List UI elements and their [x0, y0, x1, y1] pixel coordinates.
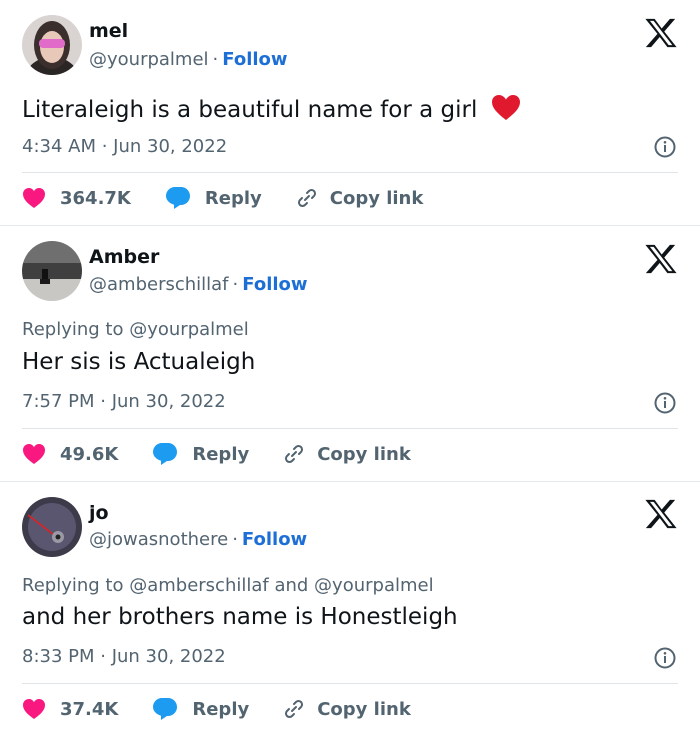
copy-link-label: Copy link — [329, 187, 424, 209]
like-button[interactable]: 49.6K — [22, 443, 118, 465]
reply-label: Reply — [204, 187, 262, 209]
reply-label: Reply — [192, 443, 250, 465]
reply-button[interactable]: Reply — [152, 442, 249, 466]
tweet-text: Her sis is Actualeigh — [22, 349, 256, 375]
like-count: 49.6K — [60, 443, 119, 465]
like-button[interactable]: 364.7K — [22, 187, 131, 209]
heart-icon — [23, 188, 45, 208]
copy-link-button[interactable]: Copy link — [283, 698, 411, 720]
like-count: 37.4K — [60, 698, 119, 720]
copy-link-button[interactable]: Copy link — [296, 187, 424, 209]
timestamp[interactable]: 7:57 PM · Jun 30, 2022 — [22, 391, 226, 412]
follow-button[interactable]: Follow — [242, 529, 307, 550]
x-logo-icon[interactable] — [644, 498, 678, 530]
tweet-2: Amber @amberschillaf · Follow Replying to … — [0, 226, 700, 482]
avatar[interactable] — [22, 497, 82, 557]
timestamp[interactable]: 4:34 AM · Jun 30, 2022 — [22, 136, 227, 157]
replying-mention[interactable]: @yourpalmel — [129, 319, 249, 340]
avatar[interactable] — [22, 15, 82, 75]
reply-bubble-icon — [153, 698, 178, 720]
x-logo-icon[interactable] — [644, 17, 678, 49]
action-bar: 37.4K Reply Copy link — [22, 694, 445, 724]
link-icon — [285, 444, 304, 464]
display-name[interactable]: jo — [89, 502, 109, 524]
replying-to: Replying to @yourpalmel — [22, 319, 249, 340]
link-icon — [285, 699, 304, 719]
follow-button[interactable]: Follow — [242, 274, 307, 295]
avatar[interactable] — [22, 241, 82, 301]
tweet-text-content: Literaleigh is a beautiful name for a gi… — [22, 97, 478, 123]
divider — [22, 683, 678, 684]
reply-label: Reply — [192, 698, 250, 720]
reply-button[interactable]: Reply — [152, 697, 249, 721]
info-icon[interactable] — [654, 647, 676, 669]
like-button[interactable]: 37.4K — [22, 698, 118, 720]
x-logo-icon[interactable] — [644, 243, 678, 275]
reply-bubble-icon — [165, 187, 190, 209]
info-icon[interactable] — [654, 392, 676, 414]
action-bar: 364.7K Reply Copy link — [22, 183, 457, 213]
tweet-3: jo @jowasnothere · Follow Replying to @amb… — [0, 482, 700, 736]
heart-icon — [23, 444, 45, 464]
replying-prefix: Replying to — [22, 319, 124, 340]
link-icon — [297, 188, 316, 208]
handle-line: @amberschillaf · Follow — [89, 274, 308, 295]
like-count: 364.7K — [60, 187, 131, 209]
tweet-text: Literaleigh is a beautiful name for a gi… — [22, 94, 521, 123]
replying-to: Replying to @amberschillaf and @yourpalm… — [22, 575, 434, 596]
copy-link-label: Copy link — [317, 698, 411, 720]
copy-link-button[interactable]: Copy link — [283, 443, 411, 465]
red-heart-emoji-icon — [491, 95, 520, 120]
display-name[interactable]: mel — [89, 20, 128, 42]
tweet-text: and her brothers name is Honestleigh — [22, 604, 458, 630]
handle[interactable]: @yourpalmel — [89, 49, 209, 70]
divider — [22, 172, 678, 173]
tweet-1: mel @yourpalmel · Follow Literaleigh is a … — [0, 0, 700, 226]
copy-link-label: Copy link — [317, 443, 411, 465]
reply-bubble-icon — [153, 443, 178, 465]
divider — [22, 428, 678, 429]
replying-prefix: Replying to — [22, 575, 124, 596]
handle[interactable]: @amberschillaf — [89, 274, 229, 295]
handle-line: @jowasnothere · Follow — [89, 529, 308, 550]
display-name[interactable]: Amber — [89, 246, 159, 268]
replying-mention[interactable]: @amberschillaf and @yourpalmel — [129, 575, 433, 596]
follow-button[interactable]: Follow — [222, 49, 287, 70]
handle-line: @yourpalmel · Follow — [89, 49, 288, 70]
handle[interactable]: @jowasnothere — [89, 529, 228, 550]
info-icon[interactable] — [654, 136, 676, 158]
timestamp[interactable]: 8:33 PM · Jun 30, 2022 — [22, 646, 226, 667]
heart-icon — [23, 699, 45, 719]
reply-button[interactable]: Reply — [165, 186, 262, 210]
action-bar: 49.6K Reply Copy link — [22, 439, 445, 469]
